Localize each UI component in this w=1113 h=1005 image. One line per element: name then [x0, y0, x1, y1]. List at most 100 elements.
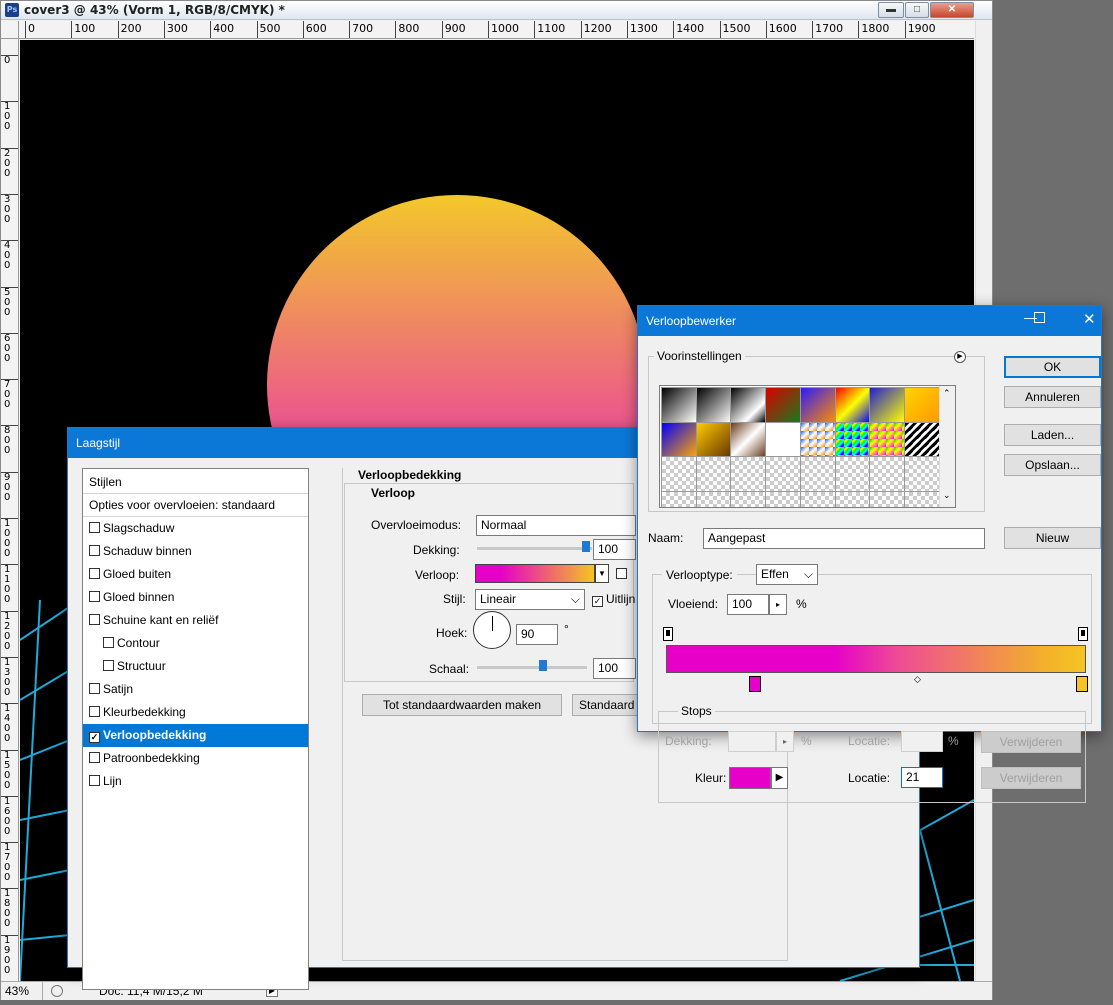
preset-swatch[interactable]: [799, 387, 836, 423]
dialog-maximize-icon[interactable]: [1034, 312, 1045, 323]
stop-color-menu-icon[interactable]: ▶: [771, 767, 788, 789]
stop-color-location-field[interactable]: 21: [901, 767, 943, 788]
name-field[interactable]: Aangepast: [703, 528, 985, 549]
opacity-stop-left-icon[interactable]: [663, 627, 673, 641]
document-titlebar[interactable]: Ps cover3 @ 43% (Vorm 1, RGB/8/CMYK) * ▬…: [1, 1, 992, 20]
opacity-field[interactable]: 100: [593, 539, 636, 560]
align-checkbox-item[interactable]: ✓ Uitlijn: [592, 592, 635, 607]
ruler-origin[interactable]: [1, 21, 19, 39]
smoothness-field[interactable]: 100: [727, 594, 769, 615]
preset-swatch[interactable]: [730, 491, 767, 507]
style-checkbox[interactable]: [89, 614, 100, 625]
preset-swatch[interactable]: [799, 456, 836, 493]
style-checkbox[interactable]: [89, 752, 100, 763]
color-stop-selected-icon[interactable]: [749, 676, 761, 692]
minimize-button[interactable]: ▬: [878, 2, 904, 18]
preset-swatch[interactable]: [765, 491, 802, 507]
preset-swatch[interactable]: [834, 387, 871, 423]
preset-swatch[interactable]: [869, 387, 906, 423]
preset-scrollbar[interactable]: ⌃ ⌄: [939, 386, 955, 507]
scale-slider-thumb[interactable]: [539, 660, 547, 671]
style-checkbox[interactable]: [89, 568, 100, 579]
preset-swatch[interactable]: [661, 491, 697, 507]
stop-color-swatch[interactable]: [729, 767, 771, 789]
preset-swatch[interactable]: [903, 491, 940, 507]
align-checkbox[interactable]: ✓: [592, 596, 603, 607]
style-list-item[interactable]: Schuine kant en reliëf: [83, 609, 308, 632]
color-stop-right-icon[interactable]: [1076, 676, 1088, 692]
preset-swatch[interactable]: [834, 491, 871, 507]
styles-header[interactable]: Stijlen: [83, 471, 308, 494]
style-select[interactable]: Lineair ⌵: [475, 589, 585, 610]
style-list-item[interactable]: Contour: [83, 632, 308, 655]
cancel-button[interactable]: Annuleren: [1004, 386, 1101, 408]
style-list-item[interactable]: Gloed buiten: [83, 563, 308, 586]
style-checkbox[interactable]: [89, 706, 100, 717]
style-checkbox[interactable]: [89, 545, 100, 556]
preset-swatch[interactable]: [730, 456, 767, 493]
preset-swatch[interactable]: [834, 421, 871, 458]
preset-swatch[interactable]: [869, 421, 906, 458]
delete-color-stop-button[interactable]: Verwijderen: [981, 767, 1081, 789]
preset-swatch[interactable]: [799, 421, 836, 458]
angle-field[interactable]: 90: [516, 624, 558, 645]
scale-slider[interactable]: [477, 666, 587, 669]
opacity-slider-thumb[interactable]: [582, 541, 590, 552]
preset-swatch[interactable]: [869, 456, 906, 493]
preset-swatch[interactable]: [695, 421, 732, 458]
blending-options-item[interactable]: Opties voor overvloeien: standaard: [83, 494, 308, 517]
style-list-item[interactable]: Schaduw binnen: [83, 540, 308, 563]
preset-swatch[interactable]: [765, 387, 802, 423]
opacity-slider[interactable]: [477, 547, 592, 550]
style-checkbox[interactable]: [89, 683, 100, 694]
midpoint-diamond-icon[interactable]: ◇: [914, 674, 921, 685]
style-list-item[interactable]: ✓ Verloopbedekking: [83, 724, 308, 747]
smoothness-arrow-icon[interactable]: ▸: [769, 594, 787, 615]
preset-swatch[interactable]: [799, 491, 836, 507]
zoom-level[interactable]: 43%: [1, 982, 43, 1000]
ok-button[interactable]: OK: [1004, 356, 1101, 378]
gradient-bar[interactable]: [666, 645, 1086, 673]
preset-swatch[interactable]: [730, 421, 767, 458]
preset-swatch[interactable]: [661, 387, 697, 423]
preset-swatch[interactable]: [903, 456, 940, 493]
gradient-type-select[interactable]: Effen ⌵: [756, 564, 818, 585]
preset-swatch[interactable]: [869, 491, 906, 507]
presets-menu-icon[interactable]: ▶: [954, 351, 966, 363]
style-list-item[interactable]: Patroonbedekking: [83, 747, 308, 770]
preset-swatch[interactable]: [730, 387, 767, 423]
reverse-checkbox[interactable]: [616, 568, 627, 579]
delete-opacity-stop-button[interactable]: Verwijderen: [981, 731, 1081, 753]
style-list-item[interactable]: Slagschaduw: [83, 517, 308, 540]
opacity-stop-right-icon[interactable]: [1078, 627, 1088, 641]
load-button[interactable]: Laden...: [1004, 424, 1101, 446]
preset-swatch[interactable]: [695, 491, 732, 507]
style-checkbox[interactable]: [103, 637, 114, 648]
maximize-button[interactable]: □: [905, 2, 929, 18]
style-list-item[interactable]: Kleurbedekking: [83, 701, 308, 724]
make-default-button[interactable]: Tot standaardwaarden maken: [362, 694, 562, 716]
dialog-close-icon[interactable]: ✕: [1083, 310, 1096, 328]
scale-field[interactable]: 100: [593, 658, 636, 679]
preset-swatch[interactable]: [695, 456, 732, 493]
preset-swatch[interactable]: [903, 421, 940, 458]
style-list-item[interactable]: Gloed binnen: [83, 586, 308, 609]
style-checkbox[interactable]: [103, 660, 114, 671]
style-list-item[interactable]: Structuur: [83, 655, 308, 678]
angle-dial[interactable]: [473, 611, 511, 649]
style-checkbox[interactable]: ✓: [89, 732, 100, 743]
preset-swatch[interactable]: [834, 456, 871, 493]
vertical-ruler[interactable]: 0 1 0 0 2 0 0 3 0 0 4 0 0 5 0 0 6 0 0 7 0 0 8 0 …: [1, 39, 19, 981]
style-checkbox[interactable]: [89, 522, 100, 533]
preset-swatch[interactable]: [765, 456, 802, 493]
status-clock-icon[interactable]: [51, 985, 63, 997]
preset-swatch[interactable]: [695, 387, 732, 423]
style-checkbox[interactable]: [89, 775, 100, 786]
preset-swatch[interactable]: [765, 421, 802, 458]
preset-swatch[interactable]: [661, 421, 697, 458]
preset-swatch[interactable]: [661, 456, 697, 493]
style-list-item[interactable]: Satijn: [83, 678, 308, 701]
scroll-up-icon[interactable]: ⌃: [943, 388, 951, 399]
style-checkbox[interactable]: [89, 591, 100, 602]
scroll-down-icon[interactable]: ⌄: [943, 490, 951, 501]
